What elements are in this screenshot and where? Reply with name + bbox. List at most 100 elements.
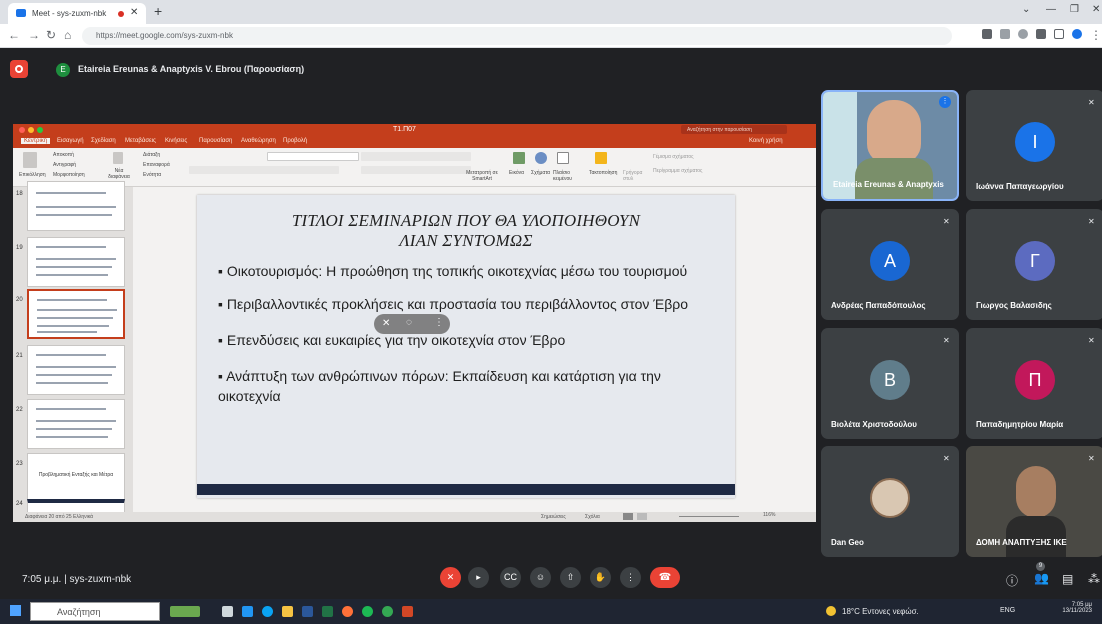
participant-tile[interactable]: ✕ Α Ανδρέας Παπαδόπουλος — [821, 209, 959, 320]
excel-icon[interactable] — [322, 606, 333, 617]
format-painter-label[interactable]: Μορφοποίηση — [53, 172, 85, 178]
thumb-22[interactable] — [27, 399, 125, 449]
more-options-icon[interactable]: ⋮ — [434, 317, 444, 328]
close-tab-icon[interactable]: ✕ — [130, 7, 138, 18]
minimize-dot-icon[interactable] — [28, 127, 34, 133]
pin-off-icon[interactable]: ✕ — [382, 318, 390, 329]
home-icon[interactable]: ⌂ — [64, 28, 71, 42]
widgets-icon[interactable] — [170, 606, 200, 617]
shape-outline-label[interactable]: Περίγραμμα σχήματος — [653, 168, 702, 174]
paragraph-buttons[interactable] — [361, 152, 471, 161]
participant-tile-presenter[interactable]: ⋮ Etaireia Ereunas & Anaptyxis — [821, 90, 959, 201]
thumb-20-selected[interactable] — [27, 289, 125, 339]
participant-tile[interactable]: ✕ Γ Γιωργος Βαλασιδης — [966, 209, 1102, 320]
present-button[interactable]: ⇧ — [560, 567, 581, 588]
reload-icon[interactable]: ↻ — [46, 28, 56, 42]
arrange-label[interactable]: Τακτοποίηση — [589, 170, 617, 176]
participant-tile[interactable]: ✕ Ι Ιωάννα Παπαγεωργίου — [966, 90, 1102, 201]
windows-start-icon[interactable] — [10, 605, 21, 616]
taskbar-search-field[interactable]: Αναζήτηση — [30, 602, 160, 621]
emoji-button[interactable]: ☺ — [530, 567, 551, 588]
normal-view-icon[interactable] — [623, 513, 633, 520]
tab-animations[interactable]: Κινήσεις — [165, 138, 187, 144]
close-dot-icon[interactable] — [19, 127, 25, 133]
leave-call-button[interactable]: ☎ — [650, 567, 680, 588]
taskbar-clock[interactable]: 7:05 μμ 13/11/2023 — [1052, 602, 1092, 614]
shapes-icon[interactable] — [535, 152, 547, 164]
people-icon[interactable]: 👥 — [1034, 571, 1049, 585]
reset-label[interactable]: Επαναφορά — [143, 162, 170, 168]
thumb-18[interactable] — [27, 181, 125, 231]
thumb-19[interactable] — [27, 237, 125, 287]
thumb-23[interactable]: Προβληματική Ενταξής και Μέτρα — [27, 453, 125, 503]
paste-label[interactable]: Επικόλληση — [19, 172, 46, 178]
font-format-buttons[interactable] — [189, 166, 339, 174]
tab-review[interactable]: Αναθεώρηση — [241, 138, 276, 144]
chat-icon[interactable]: ▤ — [1062, 572, 1073, 586]
tab-slideshow[interactable]: Παρουσίαση — [199, 138, 232, 144]
sorter-view-icon[interactable] — [637, 513, 647, 520]
extensions-icon[interactable] — [1036, 29, 1046, 39]
paste-icon[interactable] — [23, 152, 37, 168]
arrange-icon[interactable] — [595, 152, 607, 164]
picture-icon[interactable] — [513, 152, 525, 164]
word-icon[interactable] — [302, 606, 313, 617]
participant-tile[interactable]: ✕ Dan Geo — [821, 446, 959, 557]
cut-label[interactable]: Αποκοπή — [53, 152, 74, 158]
alignment-buttons[interactable] — [361, 166, 471, 174]
menu-icon[interactable]: ⋮ — [1090, 28, 1102, 42]
quick-styles-label[interactable]: Γρήγορα στυλ — [623, 170, 645, 182]
zoom-slider[interactable] — [679, 516, 739, 517]
notes-button[interactable]: Σημειώσεις — [541, 514, 566, 520]
mute-icon[interactable]: ◌ — [406, 317, 412, 328]
tab-home[interactable]: Κεντρική — [21, 138, 51, 144]
profile-avatar[interactable] — [1072, 29, 1082, 39]
shapes-label[interactable]: Σχήματα — [531, 170, 550, 176]
section-label[interactable]: Ενότητα — [143, 172, 161, 178]
chevron-down-icon[interactable]: ⌄ — [1022, 4, 1030, 15]
tab-design[interactable]: Σχεδίαση — [91, 138, 116, 144]
new-tab-button[interactable]: + — [154, 3, 162, 19]
back-icon[interactable]: ← — [8, 28, 20, 42]
ppt-search-field[interactable]: Αναζήτηση στην παρουσίαση — [681, 125, 787, 134]
new-slide-label[interactable]: Νέα διαφάνεια — [107, 168, 131, 180]
copy-label[interactable]: Αντιγραφή — [53, 162, 76, 168]
new-slide-icon[interactable] — [113, 152, 123, 164]
comments-button[interactable]: Σχόλια — [585, 514, 600, 520]
picture-label[interactable]: Εικόνα — [509, 170, 524, 176]
chrome-icon[interactable] — [382, 606, 393, 617]
camera-indicator-icon[interactable] — [982, 29, 992, 39]
captions-button[interactable]: CC — [500, 567, 521, 588]
spotify-icon[interactable] — [362, 606, 373, 617]
minimize-button[interactable]: — — [1046, 4, 1056, 15]
info-icon[interactable]: ⓘ — [1006, 572, 1018, 589]
convert-smartart-label[interactable]: Μετατροπή σε SmartArt — [465, 170, 499, 182]
share-icon[interactable] — [1000, 29, 1010, 39]
mic-off-button[interactable]: ✕ — [440, 567, 461, 588]
task-view-icon[interactable] — [222, 606, 233, 617]
star-icon[interactable] — [1018, 29, 1028, 39]
tab-view[interactable]: Προβολή — [283, 138, 307, 144]
zoom-dot-icon[interactable] — [37, 127, 43, 133]
maximize-button[interactable]: ❐ — [1070, 4, 1079, 15]
activities-icon[interactable]: ⁂ — [1088, 572, 1100, 586]
layout-label[interactable]: Διάταξη — [143, 152, 160, 158]
edge-icon[interactable] — [262, 606, 273, 617]
raise-hand-button[interactable]: ✋ — [590, 567, 611, 588]
tab-insert[interactable]: Εισαγωγή — [57, 138, 84, 144]
zoom-level[interactable]: 116% — [763, 512, 775, 518]
forward-icon[interactable]: → — [28, 28, 40, 42]
weather-icon[interactable] — [826, 606, 836, 616]
tab-transitions[interactable]: Μεταβάσεις — [125, 138, 156, 144]
file-explorer-icon[interactable] — [282, 606, 293, 617]
participant-tile[interactable]: ✕ Β Βιολέτα Χριστοδούλου — [821, 328, 959, 439]
thumb-24[interactable] — [27, 499, 125, 513]
store-icon[interactable] — [242, 606, 253, 617]
thumb-21[interactable] — [27, 345, 125, 395]
share-button[interactable]: Κοινή χρήση — [749, 138, 783, 144]
powerpoint-icon[interactable] — [402, 606, 413, 617]
textbox-icon[interactable] — [557, 152, 569, 164]
weather-text[interactable]: 18°C Εντονες νεφώσ. — [842, 607, 919, 616]
more-options-button[interactable]: ⋮ — [620, 567, 641, 588]
firefox-icon[interactable] — [342, 606, 353, 617]
